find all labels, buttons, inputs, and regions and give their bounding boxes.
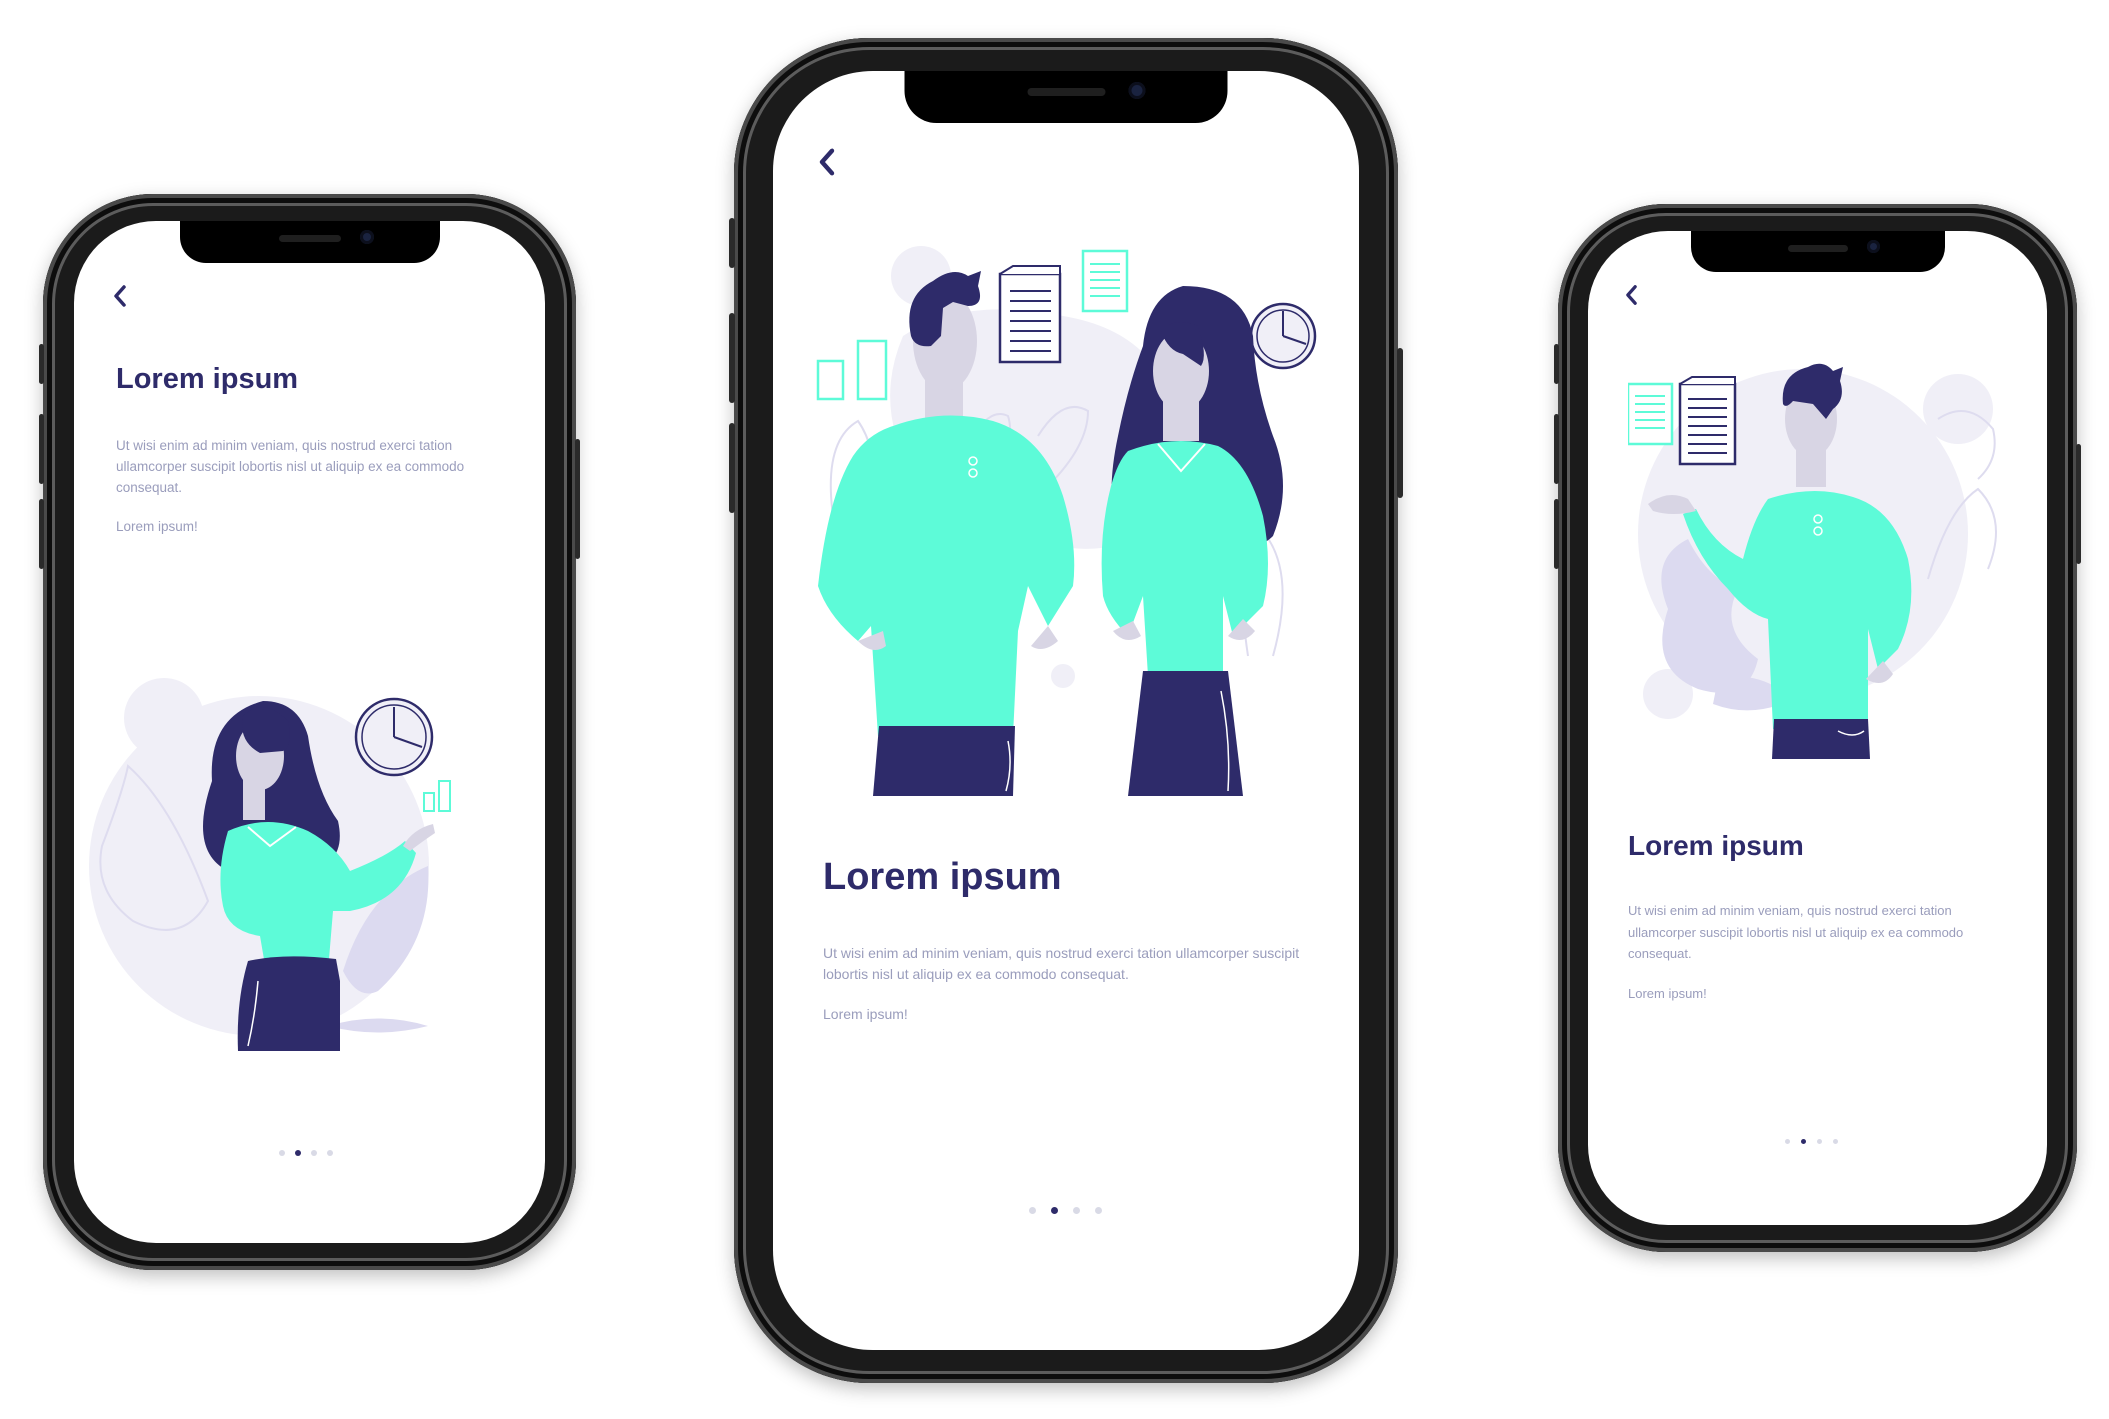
page-dot-active[interactable] (295, 1150, 301, 1156)
page-title: Lorem ipsum (116, 363, 299, 395)
page-title: Lorem ipsum (823, 856, 1062, 898)
page-dot[interactable] (1073, 1207, 1080, 1214)
woman-illustration (89, 678, 451, 1051)
volume-down-button (1554, 499, 1559, 569)
description-text: Ut wisi enim ad minim veniam, quis nostr… (1628, 903, 1964, 961)
screen-center: Lorem ipsum Ut wisi enim ad minim veniam… (773, 71, 1359, 1350)
description-text: Ut wisi enim ad minim veniam, quis nostr… (823, 945, 1300, 982)
chevron-left-icon[interactable] (112, 284, 128, 308)
team-illustration (816, 246, 1317, 796)
screen-left: Lorem ipsum Ut wisi enim ad minim veniam… (74, 221, 545, 1243)
speaker (1027, 88, 1105, 97)
camera (1866, 240, 1880, 253)
page-dot[interactable] (1833, 1139, 1838, 1144)
speaker (278, 234, 341, 242)
notch (1690, 231, 1945, 272)
page-indicator (1785, 1139, 1838, 1144)
volume-up-button (39, 414, 44, 484)
page-dot[interactable] (1029, 1207, 1036, 1214)
screen-right: Lorem ipsum Ut wisi enim ad minim veniam… (1588, 231, 2047, 1225)
page-dot[interactable] (327, 1150, 333, 1156)
speaker (1787, 244, 1848, 252)
page-title: Lorem ipsum (1628, 830, 1804, 861)
camera (1128, 82, 1146, 99)
mute-switch (1554, 344, 1559, 384)
page-dot-active[interactable] (1801, 1139, 1806, 1144)
page-dot[interactable] (1817, 1139, 1822, 1144)
man-illustration (1628, 363, 1997, 759)
notch (179, 221, 440, 263)
page-dot[interactable] (1785, 1139, 1790, 1144)
volume-down-button (39, 499, 44, 569)
volume-up-button (1554, 414, 1559, 484)
cta-link[interactable]: Lorem ipsum! (823, 1006, 908, 1022)
power-button (2076, 444, 2081, 564)
mute-switch (729, 218, 735, 268)
description-text: Ut wisi enim ad minim veniam, quis nostr… (116, 438, 465, 495)
phone-right: Lorem ipsum Ut wisi enim ad minim veniam… (1554, 204, 2081, 1252)
volume-up-button (729, 313, 735, 403)
camera (359, 230, 374, 244)
volume-down-button (729, 423, 735, 513)
page-indicator (279, 1150, 333, 1156)
phone-left: Lorem ipsum Ut wisi enim ad minim veniam… (39, 194, 580, 1270)
chevron-left-icon[interactable] (817, 147, 837, 177)
page-dot[interactable] (279, 1150, 285, 1156)
cta-link[interactable]: Lorem ipsum! (116, 519, 198, 534)
chevron-left-icon[interactable] (1624, 284, 1639, 306)
mute-switch (39, 344, 44, 384)
page-dot[interactable] (1095, 1207, 1102, 1214)
page-dot-active[interactable] (1051, 1207, 1058, 1214)
power-button (575, 439, 580, 559)
notch (904, 71, 1228, 123)
phone-center: Lorem ipsum Ut wisi enim ad minim veniam… (729, 38, 1403, 1383)
page-indicator (1029, 1207, 1102, 1214)
power-button (1397, 348, 1403, 498)
page-dot[interactable] (311, 1150, 317, 1156)
cta-link[interactable]: Lorem ipsum! (1628, 986, 1707, 1001)
